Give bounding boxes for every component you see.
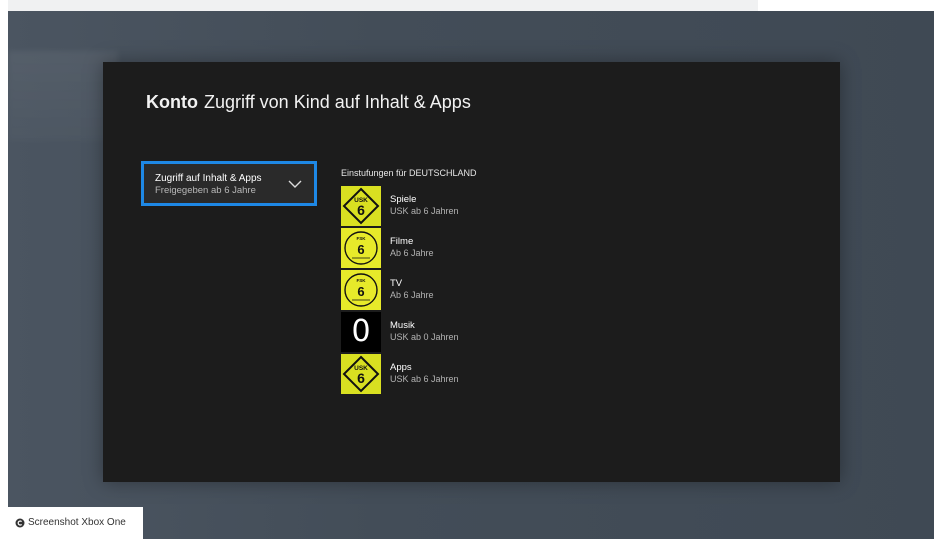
svg-text:FSK: FSK (357, 236, 367, 241)
rating-category: Musik (390, 320, 415, 331)
svg-text:FSK: FSK (357, 278, 367, 283)
rating-category: Spiele (390, 194, 417, 205)
fsk-6-badge-icon: FSK 6 (341, 270, 381, 310)
top-strip (8, 0, 758, 11)
rating-category: Filme (390, 236, 414, 247)
usk-6-badge-icon: USK 6 (341, 186, 381, 226)
fsk-6-badge-icon: FSK 6 (341, 228, 381, 268)
section-title: Konto (146, 92, 198, 112)
content-access-dropdown[interactable]: Zugriff auf Inhalt & Apps Freigegeben ab… (141, 161, 317, 206)
xbox-settings-screen: Konto Zugriff von Kind auf Inhalt & Apps … (103, 62, 840, 482)
ratings-heading: Einstufungen für DEUTSCHLAND (341, 168, 477, 178)
rating-value: Ab 6 Jahre (390, 248, 434, 258)
chevron-down-icon (288, 180, 302, 188)
usk-6-badge-icon: USK 6 (341, 354, 381, 394)
dropdown-label: Zugriff auf Inhalt & Apps (155, 173, 262, 184)
svg-text:6: 6 (357, 242, 364, 257)
image-caption: Screenshot Xbox One (8, 507, 143, 539)
age-0-badge-icon: 0 (341, 312, 381, 352)
svg-text:6: 6 (357, 284, 364, 299)
dropdown-selected-value: Freigegeben ab 6 Jahre (155, 185, 256, 196)
caption-text: Screenshot Xbox One (28, 517, 126, 528)
svg-text:6: 6 (357, 370, 365, 386)
copyright-icon (15, 518, 25, 528)
page-title: Zugriff von Kind auf Inhalt & Apps (203, 92, 471, 112)
rating-value: USK ab 0 Jahren (390, 332, 459, 342)
blurred-background-text (8, 51, 118, 141)
page-header: Konto Zugriff von Kind auf Inhalt & Apps (146, 92, 471, 113)
rating-value: Ab 6 Jahre (390, 290, 434, 300)
rating-value: USK ab 6 Jahren (390, 374, 459, 384)
rating-value: USK ab 6 Jahren (390, 206, 459, 216)
rating-category: Apps (390, 362, 412, 373)
rating-category: TV (390, 278, 403, 289)
svg-text:6: 6 (357, 202, 365, 218)
